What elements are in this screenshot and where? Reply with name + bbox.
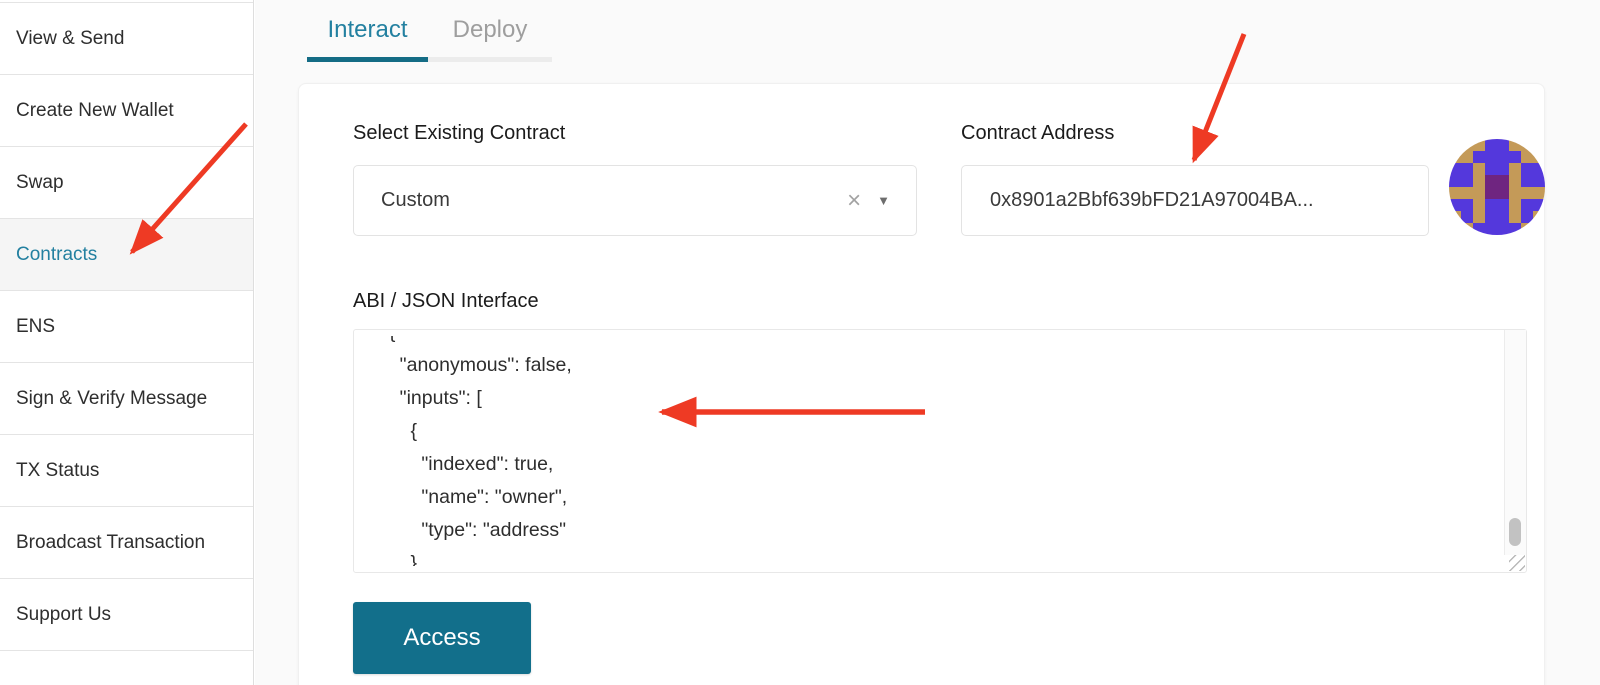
contract-address-label: Contract Address (961, 122, 1114, 145)
access-button[interactable]: Access (353, 602, 531, 674)
existing-contract-selected-value: Custom (354, 189, 837, 212)
sidebar-item-tx-status[interactable]: TX Status (0, 435, 253, 507)
abi-json-textarea[interactable]: { "anonymous": false, "inputs": [ { "ind… (353, 329, 1527, 573)
sidebar-item-ens[interactable]: ENS (0, 291, 253, 363)
abi-json-content-clip: { "anonymous": false, "inputs": [ { "ind… (378, 336, 1494, 566)
sidebar-item-broadcast-transaction[interactable]: Broadcast Transaction (0, 507, 253, 579)
abi-json-interface-label: ABI / JSON Interface (353, 290, 539, 313)
abi-json-content: { "anonymous": false, "inputs": [ { "ind… (378, 336, 1494, 566)
tab-deploy[interactable]: Deploy (428, 10, 552, 50)
sidebar-item-create-new-wallet[interactable]: Create New Wallet (0, 75, 253, 147)
sidebar-item-support-us[interactable]: Support Us (0, 579, 253, 651)
select-existing-contract-label: Select Existing Contract (353, 122, 565, 145)
sidebar: View & Send Create New Wallet Swap Contr… (0, 0, 254, 685)
sidebar-item-view-send[interactable]: View & Send (0, 3, 253, 75)
tab-deploy-underline (428, 57, 552, 62)
clear-selection-icon[interactable]: × (837, 187, 871, 215)
page: View & Send Create New Wallet Swap Contr… (0, 0, 1600, 685)
tab-interact-underline (307, 57, 428, 62)
main-content: Interact Deploy Select Existing Contract… (255, 0, 1600, 685)
abi-scrollbar-thumb[interactable] (1509, 518, 1521, 546)
sidebar-item-swap[interactable]: Swap (0, 147, 253, 219)
contract-address-input[interactable] (961, 165, 1429, 236)
existing-contract-select[interactable]: Custom × ▼ (353, 165, 917, 236)
sidebar-item-sign-verify-message[interactable]: Sign & Verify Message (0, 363, 253, 435)
chevron-down-icon[interactable]: ▼ (871, 193, 916, 208)
sidebar-item-contracts[interactable]: Contracts (0, 219, 253, 291)
tab-interact[interactable]: Interact (307, 10, 428, 50)
interact-form-card: Select Existing Contract Custom × ▼ Cont… (298, 83, 1545, 685)
abi-scrollbar-track[interactable] (1504, 330, 1526, 555)
textarea-resize-handle[interactable] (1509, 555, 1525, 571)
address-identicon (1449, 139, 1545, 235)
